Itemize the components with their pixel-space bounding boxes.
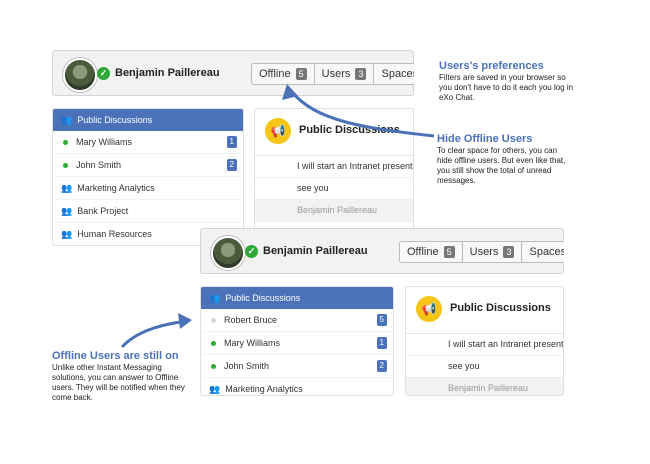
unread-badge: 1 — [376, 337, 387, 349]
hide-offline-note-title: Hide Offline Users — [437, 133, 533, 145]
front-screenshot: ✓ Benjamin Paillereau Offline 5 Users 3 … — [200, 228, 564, 396]
room-item-marketing-analytics[interactable]: 👥 Marketing Analytics — [53, 177, 243, 200]
tab-users[interactable]: Users 3 — [463, 242, 523, 262]
prefs-note-title: Users's preferences — [439, 60, 544, 72]
online-dot-icon — [63, 139, 68, 145]
message-sender: Benjamin Paillereau — [406, 378, 563, 395]
group-icon: 👥 — [61, 183, 73, 193]
message-sender: Benjamin Paillereau — [255, 200, 413, 222]
chat-title: Public Discussions — [450, 302, 551, 314]
room-item-bank-project[interactable]: 👥 Bank Project — [53, 200, 243, 223]
users-count: 3 — [355, 68, 367, 80]
online-status-icon: ✓ — [97, 67, 110, 80]
top-bar: ✓ Benjamin Paillereau Offline 5 Users 3 … — [52, 50, 414, 96]
hide-offline-note-body: To clear space for others, you can hide … — [437, 146, 566, 185]
user-name[interactable]: Benjamin Paillereau — [263, 245, 368, 257]
online-status-icon: ✓ — [245, 245, 258, 258]
unread-badge: 1 — [226, 136, 237, 148]
room-item-marketing-analytics[interactable]: 👥 Marketing Analytics — [201, 378, 393, 395]
room-item-mary-williams[interactable]: Mary Williams 1 — [53, 131, 243, 154]
group-icon: 👥 — [209, 384, 221, 394]
online-dot-icon — [63, 162, 68, 168]
group-icon: 👥 — [209, 293, 221, 303]
chat-title: Public Discussions — [299, 124, 400, 136]
offline-dot-icon — [211, 317, 216, 323]
chat-header: 📢 Public Discussions — [255, 109, 413, 156]
offline-users-note-body: Unlike other Instant Messaging solutions… — [52, 363, 185, 402]
unread-badge: 2 — [226, 159, 237, 171]
rooms-header[interactable]: 👥 Public Discussions — [53, 109, 243, 131]
offline-count: 5 — [443, 246, 455, 258]
rooms-list: 👥 Public Discussions Mary Williams 1 John … — [52, 108, 244, 246]
tab-spaces[interactable]: Spaces — [374, 64, 414, 84]
message: I will start an Intranet presentation — [406, 334, 563, 356]
chat-header: 📢 Public Discussions — [406, 287, 563, 334]
room-item-mary-williams[interactable]: Mary Williams 1 — [201, 332, 393, 355]
message: I will start an Intranet presentation — [255, 156, 413, 178]
online-dot-icon — [211, 340, 216, 346]
message: see you — [406, 356, 563, 378]
chat-panel: 📢 Public Discussions I will start an Int… — [405, 286, 564, 396]
back-screenshot: ✓ Benjamin Paillereau Offline 5 Users 3 … — [52, 50, 414, 246]
avatar[interactable] — [211, 236, 245, 270]
room-item-john-smith[interactable]: John Smith 2 — [201, 355, 393, 378]
filter-tabs: Offline 5 Users 3 Spaces — [399, 241, 564, 263]
tab-users[interactable]: Users 3 — [315, 64, 375, 84]
rooms-list: 👥 Public Discussions Robert Bruce 5 Mary W… — [200, 286, 394, 396]
tab-offline[interactable]: Offline 5 — [252, 64, 315, 84]
users-count: 3 — [503, 246, 515, 258]
rooms-header[interactable]: 👥 Public Discussions — [201, 287, 393, 309]
arrow-head-offline-user — [178, 313, 192, 329]
room-item-robert-bruce[interactable]: Robert Bruce 5 — [201, 309, 393, 332]
filter-tabs: Offline 5 Users 3 Spaces — [251, 63, 414, 85]
message: see you — [255, 178, 413, 200]
user-name[interactable]: Benjamin Paillereau — [115, 67, 220, 79]
chat-panel: 📢 Public Discussions I will start an Int… — [254, 108, 414, 246]
offline-count: 5 — [295, 68, 307, 80]
prefs-note-body: Filters are saved in your browser so you… — [439, 73, 574, 102]
megaphone-icon: 📢 — [416, 296, 442, 322]
group-icon: 👥 — [61, 206, 73, 216]
tab-offline[interactable]: Offline 5 — [400, 242, 463, 262]
unread-badge: 5 — [376, 314, 387, 326]
group-icon: 👥 — [61, 115, 73, 125]
avatar[interactable] — [63, 58, 97, 92]
room-item-john-smith[interactable]: John Smith 2 — [53, 154, 243, 177]
group-icon: 👥 — [61, 229, 73, 239]
arrow-to-offline-user — [120, 320, 181, 349]
offline-users-note-title: Offline Users are still on — [52, 350, 179, 362]
online-dot-icon — [211, 363, 216, 369]
megaphone-icon: 📢 — [265, 118, 291, 144]
top-bar: ✓ Benjamin Paillereau Offline 5 Users 3 … — [200, 228, 564, 274]
tab-spaces[interactable]: Spaces — [522, 242, 564, 262]
unread-badge: 2 — [376, 360, 387, 372]
